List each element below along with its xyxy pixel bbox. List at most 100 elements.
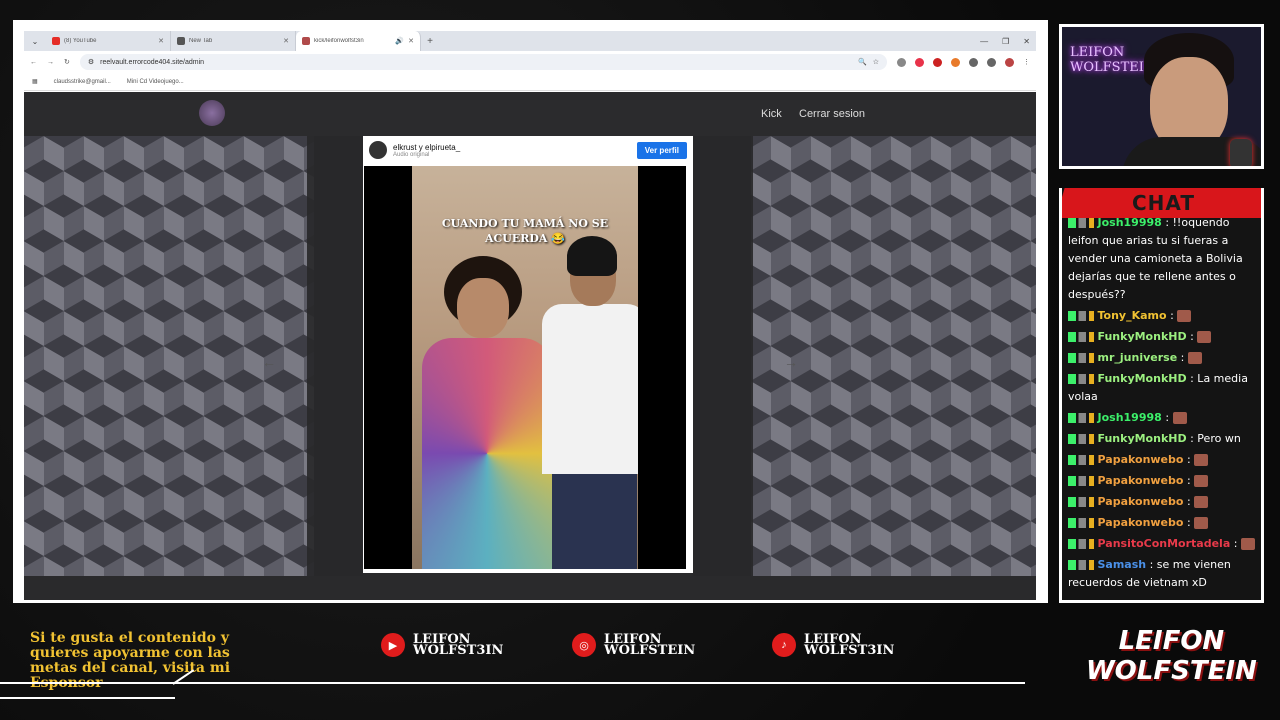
chat-title: CHAT (1132, 191, 1195, 215)
new-tab-button[interactable]: + (421, 36, 439, 47)
close-icon[interactable]: ✕ (158, 37, 164, 45)
emote-icon (1194, 517, 1209, 529)
minimize-icon[interactable]: — (980, 37, 988, 46)
extension-icon[interactable] (897, 57, 906, 67)
tab-title: New Tab (189, 38, 213, 44)
webcam-panel: LEIFON WOLFSTEIN (1059, 24, 1264, 169)
star-icon[interactable]: ☆ (873, 58, 879, 66)
window-controls: — ❐ ✕ (980, 37, 1036, 46)
badge-icon (1068, 476, 1094, 486)
emote-icon (1240, 538, 1255, 550)
site-settings-icon[interactable]: ⚙ (88, 58, 94, 66)
chat-message: Papakonwebo : (1068, 472, 1260, 490)
close-icon[interactable]: ✕ (283, 37, 289, 45)
puzzle-icon[interactable] (969, 57, 978, 67)
chat-message: FunkyMonkHD : La media volaa (1068, 370, 1260, 406)
chat-text: : (1180, 351, 1185, 364)
chat-text: : (1186, 495, 1191, 508)
badge-icon (1068, 497, 1094, 507)
next-arrow-icon[interactable]: → (784, 354, 798, 370)
chat-text: : (1165, 411, 1170, 424)
neon-sign: LEIFON WOLFSTEIN (1070, 45, 1156, 75)
reload-icon[interactable]: ↻ (64, 58, 70, 66)
chat-username[interactable]: FunkyMonkHD (1098, 372, 1187, 385)
video-person-right (542, 236, 638, 569)
tab-title: (8) YouTube (64, 38, 97, 44)
close-window-icon[interactable]: ✕ (1023, 37, 1030, 46)
divider-line (0, 697, 175, 699)
speaker-icon[interactable]: 🔊 (395, 37, 404, 45)
chat-username[interactable]: mr_juniverse (1098, 351, 1178, 364)
right-dim-strip (693, 136, 753, 576)
tab-title: kick/leifonwolfst3in (314, 38, 364, 44)
extension-icon[interactable] (915, 57, 924, 67)
view-profile-button[interactable]: Ver perfil (636, 141, 687, 159)
chat-username[interactable]: Papakonwebo (1098, 453, 1184, 466)
chat-message: FunkyMonkHD : (1068, 328, 1260, 346)
chat-text: : (1186, 453, 1191, 466)
chat-message: FunkyMonkHD : Pero wn (1068, 430, 1260, 448)
chat-message: Papakonwebo : (1068, 451, 1260, 469)
emote-icon (1194, 454, 1209, 466)
chat-message: PansitoConMortadela : (1068, 535, 1260, 553)
emote-icon (1197, 331, 1212, 343)
avatar[interactable] (369, 141, 387, 159)
close-icon[interactable]: ✕ (408, 37, 414, 45)
emote-icon (1194, 475, 1209, 487)
site-header: Kick Cerrar sesion (24, 92, 1036, 136)
chat-username[interactable]: Papakonwebo (1098, 495, 1184, 508)
chat-username[interactable]: FunkyMonkHD (1098, 330, 1187, 343)
menu-icon[interactable]: ⋮ (1023, 58, 1030, 66)
bookmark-mini[interactable]: Mini Cd Videojuego... (127, 79, 184, 85)
nav-kick-link[interactable]: Kick (761, 108, 782, 120)
youtube-favicon-icon (52, 37, 60, 45)
zoom-icon[interactable]: 🔍 (858, 58, 867, 66)
chat-username[interactable]: Samash (1098, 558, 1147, 571)
tab-youtube[interactable]: (8) YouTube ✕ (46, 31, 171, 51)
reel-video[interactable]: CUANDO TU MAMÁ NO SE ACUERDA 😂 (364, 166, 686, 569)
emote-icon (1172, 412, 1187, 424)
prev-arrow-icon[interactable]: ← (262, 354, 276, 370)
site-logo[interactable] (199, 100, 225, 126)
globe-icon (177, 37, 185, 45)
divider-line (0, 682, 1025, 684)
tab-search-icon[interactable]: ⌄ (24, 37, 46, 46)
stream-overlay: ⌄ (8) YouTube ✕ New Tab ✕ kick/leifonwol… (0, 0, 1280, 720)
chat-username[interactable]: Josh19998 (1098, 411, 1162, 424)
chat-username[interactable]: Josh19998 (1098, 216, 1162, 229)
chat-username[interactable]: PansitoConMortadela (1098, 537, 1231, 550)
url-field[interactable]: ⚙ reelvault.errorcode404.site/admin 🔍 ☆ (79, 54, 887, 70)
chat-text: : (1190, 330, 1194, 343)
chat-messages: Josh19998 : !!oquendo leifon que arias t… (1068, 214, 1260, 595)
extensions: ⋮ (897, 57, 1030, 67)
badge-icon (1068, 539, 1094, 549)
download-icon[interactable] (987, 57, 996, 67)
video-person-left (422, 256, 552, 569)
chat-message: Papakonwebo : (1068, 493, 1260, 511)
tab-new-tab[interactable]: New Tab ✕ (171, 31, 296, 51)
chat-username[interactable]: Tony_Kamo (1098, 309, 1167, 322)
chat-username[interactable]: Papakonwebo (1098, 516, 1184, 529)
chat-text: : (1233, 537, 1238, 550)
nav-logout-link[interactable]: Cerrar sesion (799, 108, 865, 120)
reel-audio[interactable]: Audio original (393, 152, 460, 158)
reel-username[interactable]: elkrust y elpirueta_ (393, 143, 460, 152)
apps-grid-icon[interactable]: ▦ (32, 78, 38, 85)
extension-icon[interactable] (933, 57, 942, 67)
chat-username[interactable]: FunkyMonkHD (1098, 432, 1187, 445)
restore-icon[interactable]: ❐ (1002, 37, 1009, 46)
url-text: reelvault.errorcode404.site/admin (100, 58, 205, 66)
tab-kick[interactable]: kick/leifonwolfst3in 🔊 ✕ (296, 31, 421, 51)
back-icon[interactable]: ← (30, 59, 37, 66)
badge-icon (1068, 560, 1094, 570)
metamask-icon[interactable] (951, 57, 960, 67)
chat-username[interactable]: Papakonwebo (1098, 474, 1184, 487)
bookmark-gmail[interactable]: claudsstrike@gmail... (54, 79, 111, 85)
profile-avatar-icon[interactable] (1005, 57, 1014, 67)
chat-message: Josh19998 : (1068, 409, 1260, 427)
bookmarks-bar: ▦ claudsstrike@gmail... Mini Cd Videojue… (24, 73, 1036, 91)
video-frame: CUANDO TU MAMÁ NO SE ACUERDA 😂 (412, 166, 638, 569)
chat-message: Samash : se me vienen recuerdos de vietn… (1068, 556, 1260, 592)
forward-icon[interactable]: → (47, 59, 54, 66)
chat-text: : (1186, 516, 1191, 529)
